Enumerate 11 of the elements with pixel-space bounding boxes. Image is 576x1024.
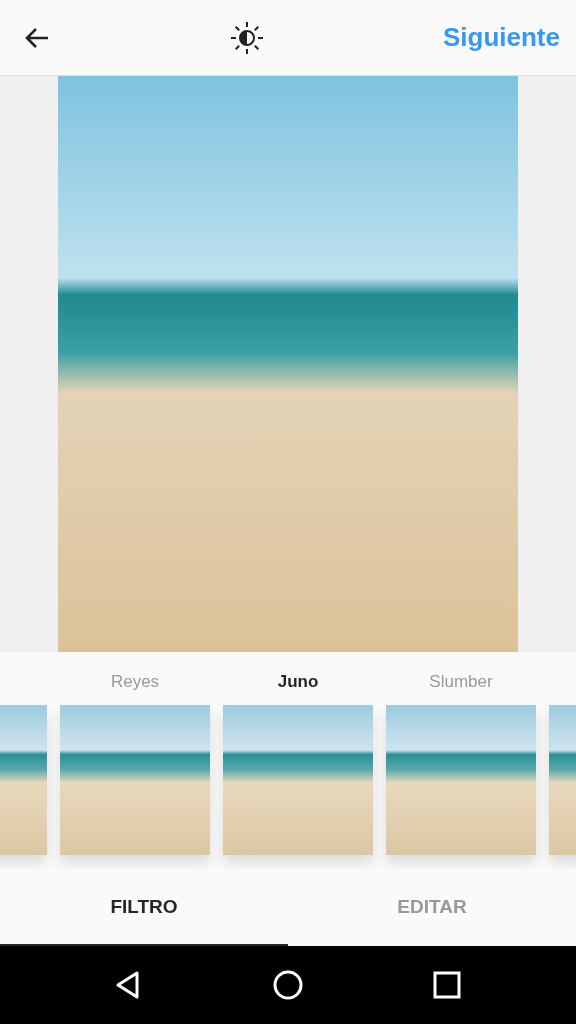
next-button[interactable]: Siguiente [442, 22, 560, 53]
filter-name: Juno [277, 672, 319, 692]
tab[interactable]: EDITAR [288, 870, 576, 946]
home-circle-icon[interactable] [272, 969, 304, 1001]
brightness-icon [229, 19, 266, 56]
brightness-button[interactable] [229, 19, 266, 56]
filter-option[interactable]: Juno [223, 652, 373, 855]
filter-option[interactable]: Slumber [386, 652, 536, 855]
filter-name: Slumber [429, 672, 493, 692]
filter-name: Reyes [110, 672, 160, 692]
filter-option[interactable]: Reyes [60, 652, 210, 855]
